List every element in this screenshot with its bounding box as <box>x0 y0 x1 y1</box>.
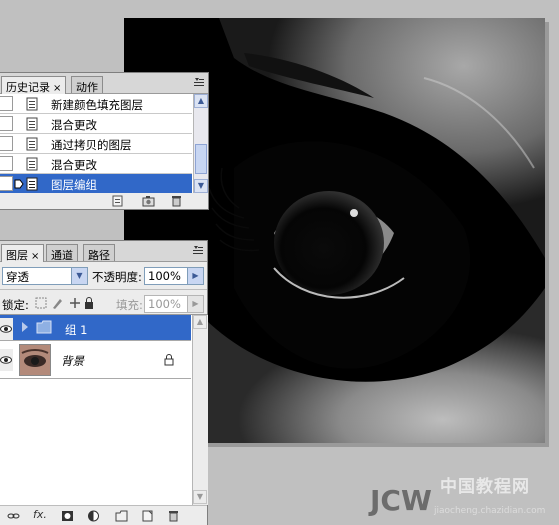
scroll-up-arrow-icon[interactable]: ▲ <box>193 315 207 329</box>
lock-transparent-icon <box>35 297 47 309</box>
history-state-icon <box>26 137 40 151</box>
watermark-logo: JCW <box>370 484 432 517</box>
history-state-icon <box>26 157 40 171</box>
tab-channels[interactable]: 通道 <box>46 244 78 262</box>
history-state-icon <box>26 97 40 111</box>
history-item-label: 混合更改 <box>51 118 97 132</box>
scroll-down-arrow-icon[interactable]: ▼ <box>194 179 208 193</box>
divider <box>0 289 207 290</box>
tab-paths[interactable]: 路径 <box>83 244 115 262</box>
eye-visibility-icon[interactable] <box>0 318 13 340</box>
lock-position-icon <box>70 298 80 308</box>
lock-icon <box>164 354 174 369</box>
snapshot-source-checkbox[interactable] <box>0 176 13 191</box>
expand-triangle-icon[interactable] <box>21 321 29 336</box>
layer-name: 背景 <box>61 354 84 368</box>
blend-mode-value: 穿透 <box>6 270 29 284</box>
chevron-right-icon[interactable]: ▶ <box>187 268 203 284</box>
lock-icons <box>35 296 95 310</box>
mask-icon[interactable] <box>61 510 74 522</box>
tab-paths-label: 路径 <box>88 249 110 262</box>
trash-icon[interactable] <box>167 510 180 522</box>
history-item-selected[interactable]: 图层编组 <box>0 174 192 193</box>
tab-actions[interactable]: 动作 <box>71 76 103 94</box>
opacity-field[interactable]: 100% ▶ <box>144 267 204 285</box>
history-item-label: 通过拷贝的图层 <box>51 138 132 152</box>
adjustment-icon[interactable] <box>87 510 100 522</box>
folder-icon <box>36 320 52 337</box>
fill-value: 100% <box>148 297 181 311</box>
history-item-label: 新建颜色填充图层 <box>51 98 143 112</box>
scroll-thumb[interactable] <box>195 144 207 174</box>
chevron-right-icon[interactable]: ▶ <box>187 296 203 312</box>
tab-history-label: 历史记录 <box>6 81 50 94</box>
lock-all-icon <box>85 302 93 309</box>
history-state-slider-icon[interactable] <box>14 179 24 189</box>
tab-layers-close-icon[interactable]: × <box>31 251 39 262</box>
tab-history[interactable]: 历史记录 × <box>1 76 67 94</box>
history-footer <box>0 193 208 209</box>
panel-menu-icon[interactable] <box>193 77 205 88</box>
tab-channels-label: 通道 <box>51 249 73 262</box>
watermark-url: jiaocheng.chazidian.com <box>434 506 546 516</box>
fill-field[interactable]: 100% ▶ <box>144 295 204 313</box>
history-state-icon <box>26 177 40 191</box>
opacity-label: 不透明度: <box>92 270 142 284</box>
camera-snapshot-icon[interactable] <box>142 195 155 207</box>
history-item[interactable]: 新建颜色填充图层 <box>0 94 192 114</box>
lock-label: 锁定: <box>2 298 29 312</box>
layer-row-group[interactable]: 组 1 <box>0 315 191 341</box>
tab-actions-label: 动作 <box>76 81 98 94</box>
blend-mode-select[interactable]: 穿透 ▼ <box>2 267 88 285</box>
history-item-label: 图层编组 <box>51 178 97 192</box>
new-document-from-state-icon[interactable] <box>111 195 124 207</box>
layers-footer: fx. <box>0 505 207 525</box>
tab-layers[interactable]: 图层 × <box>1 244 45 262</box>
layer-thumbnail <box>19 344 51 376</box>
snapshot-source-checkbox[interactable] <box>0 116 13 131</box>
snapshot-source-checkbox[interactable] <box>0 96 13 111</box>
snapshot-source-checkbox[interactable] <box>0 136 13 151</box>
layers-panel: 图层 × 通道 路径 穿透 ▼ 不透明度: 100% ▶ 锁定: 填充: 100% <box>0 240 208 525</box>
layers-scrollbar[interactable]: ▲ ▼ <box>192 315 208 505</box>
panel-menu-icon[interactable] <box>192 245 204 256</box>
history-panel: 历史记录 × 动作 新建颜色填充图层 混合更改 通过拷贝的图层 混合更改 图层编… <box>0 72 209 210</box>
trash-icon[interactable] <box>170 195 183 207</box>
folder-icon[interactable] <box>115 510 128 522</box>
history-list: 新建颜色填充图层 混合更改 通过拷贝的图层 混合更改 图层编组 <box>0 94 193 193</box>
opacity-value: 100% <box>148 269 181 283</box>
tab-layers-label: 图层 <box>6 249 28 262</box>
watermark: 中国教程网 JCW jiaocheng.chazidian.com <box>370 472 555 522</box>
layer-name: 组 1 <box>65 323 88 337</box>
new-layer-icon[interactable] <box>141 510 154 522</box>
layer-row-background[interactable]: 背景 <box>0 341 191 379</box>
link-icon[interactable] <box>7 510 20 522</box>
fill-label: 填充: <box>116 298 143 312</box>
lock-image-icon <box>53 299 62 309</box>
tab-history-close-icon[interactable]: × <box>53 83 61 94</box>
snapshot-source-checkbox[interactable] <box>0 156 13 171</box>
layers-list: 组 1 背景 <box>0 315 192 505</box>
layers-tabbar: 图层 × 通道 路径 <box>0 241 207 262</box>
history-tabbar: 历史记录 × 动作 <box>0 73 208 94</box>
watermark-title: 中国教程网 <box>440 477 530 497</box>
chevron-down-icon[interactable]: ▼ <box>71 268 87 284</box>
history-state-icon <box>26 117 40 131</box>
history-item-label: 混合更改 <box>51 158 97 172</box>
scroll-down-arrow-icon[interactable]: ▼ <box>193 490 207 504</box>
history-item[interactable]: 通过拷贝的图层 <box>0 134 192 154</box>
fx-icon[interactable]: fx. <box>31 509 49 521</box>
history-scrollbar[interactable]: ▲ ▼ <box>193 94 208 193</box>
eye-visibility-icon[interactable] <box>0 349 13 371</box>
history-item[interactable]: 混合更改 <box>0 114 192 134</box>
scroll-up-arrow-icon[interactable]: ▲ <box>194 94 208 108</box>
history-item[interactable]: 混合更改 <box>0 154 192 174</box>
